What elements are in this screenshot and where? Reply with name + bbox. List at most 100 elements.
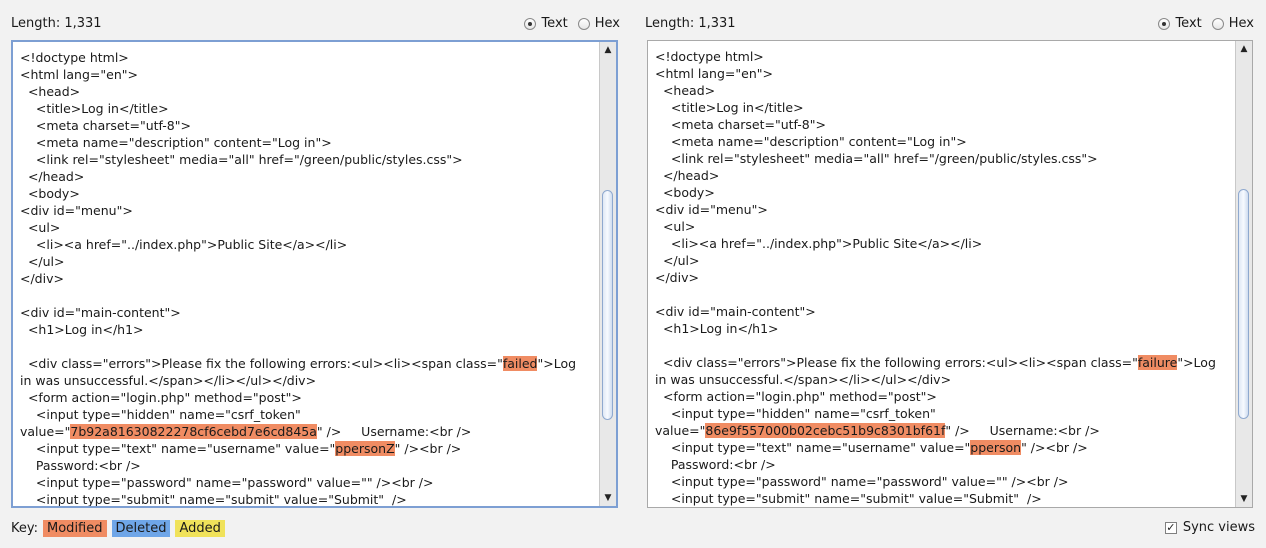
right-text-editor[interactable]: <!doctype html> <html lang="en"> <head> <… bbox=[647, 40, 1253, 508]
code-line: <input type="password" name="password" v… bbox=[20, 474, 596, 491]
code-text: </head> bbox=[20, 169, 85, 184]
code-line: </ul> bbox=[20, 253, 596, 270]
code-text: <div id="menu"> bbox=[655, 202, 768, 217]
key-deleted-chip: Deleted bbox=[111, 520, 171, 537]
code-text: Password:<br /> bbox=[655, 457, 776, 472]
scrollbar-thumb[interactable] bbox=[1238, 189, 1249, 419]
code-line: <title>Log in</title> bbox=[655, 99, 1232, 116]
code-line: in was unsuccessful.</span></li></ul></d… bbox=[655, 371, 1232, 388]
code-line: <div id="main-content"> bbox=[655, 303, 1232, 320]
code-text: <body> bbox=[20, 186, 80, 201]
modified-highlight: ppersonZ bbox=[335, 441, 395, 456]
code-text: " /><br /> bbox=[394, 441, 462, 456]
code-text: <input type="password" name="password" v… bbox=[655, 474, 1069, 489]
code-text: <form action="login.php" method="post"> bbox=[655, 389, 937, 404]
code-text: <li><a href="../index.php">Public Site</… bbox=[20, 237, 348, 252]
code-line: <link rel="stylesheet" media="all" href=… bbox=[655, 150, 1232, 167]
code-text: ">Log bbox=[1177, 355, 1216, 370]
code-line: <body> bbox=[20, 185, 596, 202]
code-line: </ul> bbox=[655, 252, 1232, 269]
code-line: value="86e9f557000b02cebc51b9c8301bf61f"… bbox=[655, 422, 1232, 439]
left-code-content[interactable]: <!doctype html> <html lang="en"> <head> <… bbox=[20, 49, 596, 506]
code-line: <div id="menu"> bbox=[655, 201, 1232, 218]
radio-selected-icon[interactable] bbox=[1158, 17, 1171, 30]
right-code-content[interactable]: <!doctype html> <html lang="en"> <head> <… bbox=[655, 48, 1232, 507]
left-view-mode: Text Hex bbox=[520, 16, 620, 31]
scroll-up-arrow-icon[interactable]: ▲ bbox=[1236, 41, 1252, 57]
code-line: </head> bbox=[20, 168, 596, 185]
code-line: </div> bbox=[655, 269, 1232, 286]
code-line: <meta name="description" content="Log in… bbox=[20, 134, 596, 151]
radio-selected-icon[interactable] bbox=[524, 17, 537, 30]
code-line: <body> bbox=[655, 184, 1232, 201]
right-text-mode-label: Text bbox=[1175, 16, 1202, 31]
right-pane-header: Length: 1,331 Text Hex bbox=[645, 16, 1254, 34]
code-text: <div class="errors">Please fix the follo… bbox=[655, 355, 1138, 370]
code-line: Password:<br /> bbox=[655, 456, 1232, 473]
code-text: <input type="text" name="username" value… bbox=[655, 440, 971, 455]
modified-highlight: failed bbox=[502, 356, 538, 371]
code-text: <div id="menu"> bbox=[20, 203, 133, 218]
code-text: </div> bbox=[655, 270, 699, 285]
code-text: </ul> bbox=[655, 253, 700, 268]
left-hex-mode-radio[interactable]: Hex bbox=[577, 16, 620, 31]
code-text: <html lang="en"> bbox=[655, 66, 773, 81]
code-text: <input type="submit" name="submit" value… bbox=[655, 491, 1042, 506]
radio-unselected-icon[interactable] bbox=[577, 17, 590, 30]
code-text: ">Log bbox=[537, 356, 577, 371]
code-line: <!doctype html> bbox=[655, 48, 1232, 65]
radio-unselected-icon[interactable] bbox=[1211, 17, 1224, 30]
code-line: Password:<br /> bbox=[20, 457, 596, 474]
code-line: <li><a href="../index.php">Public Site</… bbox=[655, 235, 1232, 252]
code-line: <ul> bbox=[20, 219, 596, 236]
code-text: in was unsuccessful.</span></li></ul></d… bbox=[655, 372, 952, 387]
code-text: <head> bbox=[20, 84, 81, 99]
code-line: <h1>Log in</h1> bbox=[20, 321, 596, 338]
diff-key-legend: Key: Modified Deleted Added bbox=[11, 520, 225, 537]
code-text: <title>Log in</title> bbox=[20, 101, 169, 116]
right-vertical-scrollbar[interactable]: ▲ ▼ bbox=[1235, 41, 1252, 507]
sync-views-label: Sync views bbox=[1182, 520, 1255, 535]
right-hex-mode-label: Hex bbox=[1228, 16, 1254, 31]
code-line: value="7b92a81630822278cf6cebd7e6cd845a"… bbox=[20, 423, 596, 440]
code-text: <html lang="en"> bbox=[20, 67, 138, 82]
code-text: <!doctype html> bbox=[20, 50, 129, 65]
code-line: <meta charset="utf-8"> bbox=[655, 116, 1232, 133]
code-line: <input type="password" name="password" v… bbox=[655, 473, 1232, 490]
scroll-up-arrow-icon[interactable]: ▲ bbox=[600, 42, 616, 58]
left-vertical-scrollbar[interactable]: ▲ ▼ bbox=[599, 42, 616, 506]
code-text: <body> bbox=[655, 185, 715, 200]
sync-views-toggle[interactable]: ✓ Sync views bbox=[1164, 520, 1255, 535]
code-line: </div> bbox=[20, 270, 596, 287]
right-text-mode-radio[interactable]: Text bbox=[1158, 16, 1202, 31]
checkbox-checked-icon[interactable]: ✓ bbox=[1164, 521, 1177, 534]
right-view-mode: Text Hex bbox=[1154, 16, 1254, 31]
modified-highlight: 86e9f557000b02cebc51b9c8301bf61f bbox=[705, 423, 946, 438]
left-text-editor[interactable]: <!doctype html> <html lang="en"> <head> <… bbox=[11, 40, 618, 508]
right-length-label: Length: 1,331 bbox=[645, 16, 736, 31]
code-text: <input type="text" name="username" value… bbox=[20, 441, 336, 456]
code-text: <ul> bbox=[655, 219, 696, 234]
code-line: <link rel="stylesheet" media="all" href=… bbox=[20, 151, 596, 168]
code-text: <link rel="stylesheet" media="all" href=… bbox=[655, 151, 1098, 166]
code-text: in was unsuccessful.</span></li></ul></d… bbox=[20, 373, 317, 388]
code-line: <meta name="description" content="Log in… bbox=[655, 133, 1232, 150]
code-text: " /> Username:<br /> bbox=[945, 423, 1100, 438]
scrollbar-thumb[interactable] bbox=[602, 190, 613, 420]
code-line: <input type="hidden" name="csrf_token" bbox=[655, 405, 1232, 422]
code-text: </div> bbox=[20, 271, 64, 286]
code-text: Password:<br /> bbox=[20, 458, 141, 473]
code-line: <input type="hidden" name="csrf_token" bbox=[20, 406, 596, 423]
code-text: <meta charset="utf-8"> bbox=[655, 117, 826, 132]
code-line: <div class="errors">Please fix the follo… bbox=[20, 355, 596, 372]
left-text-mode-radio[interactable]: Text bbox=[524, 16, 568, 31]
scroll-down-arrow-icon[interactable]: ▼ bbox=[600, 490, 616, 506]
code-line: <h1>Log in</h1> bbox=[655, 320, 1232, 337]
code-text: value=" bbox=[20, 424, 71, 439]
code-text: <ul> bbox=[20, 220, 61, 235]
code-text: <meta charset="utf-8"> bbox=[20, 118, 191, 133]
scroll-down-arrow-icon[interactable]: ▼ bbox=[1236, 491, 1252, 507]
right-hex-mode-radio[interactable]: Hex bbox=[1211, 16, 1254, 31]
